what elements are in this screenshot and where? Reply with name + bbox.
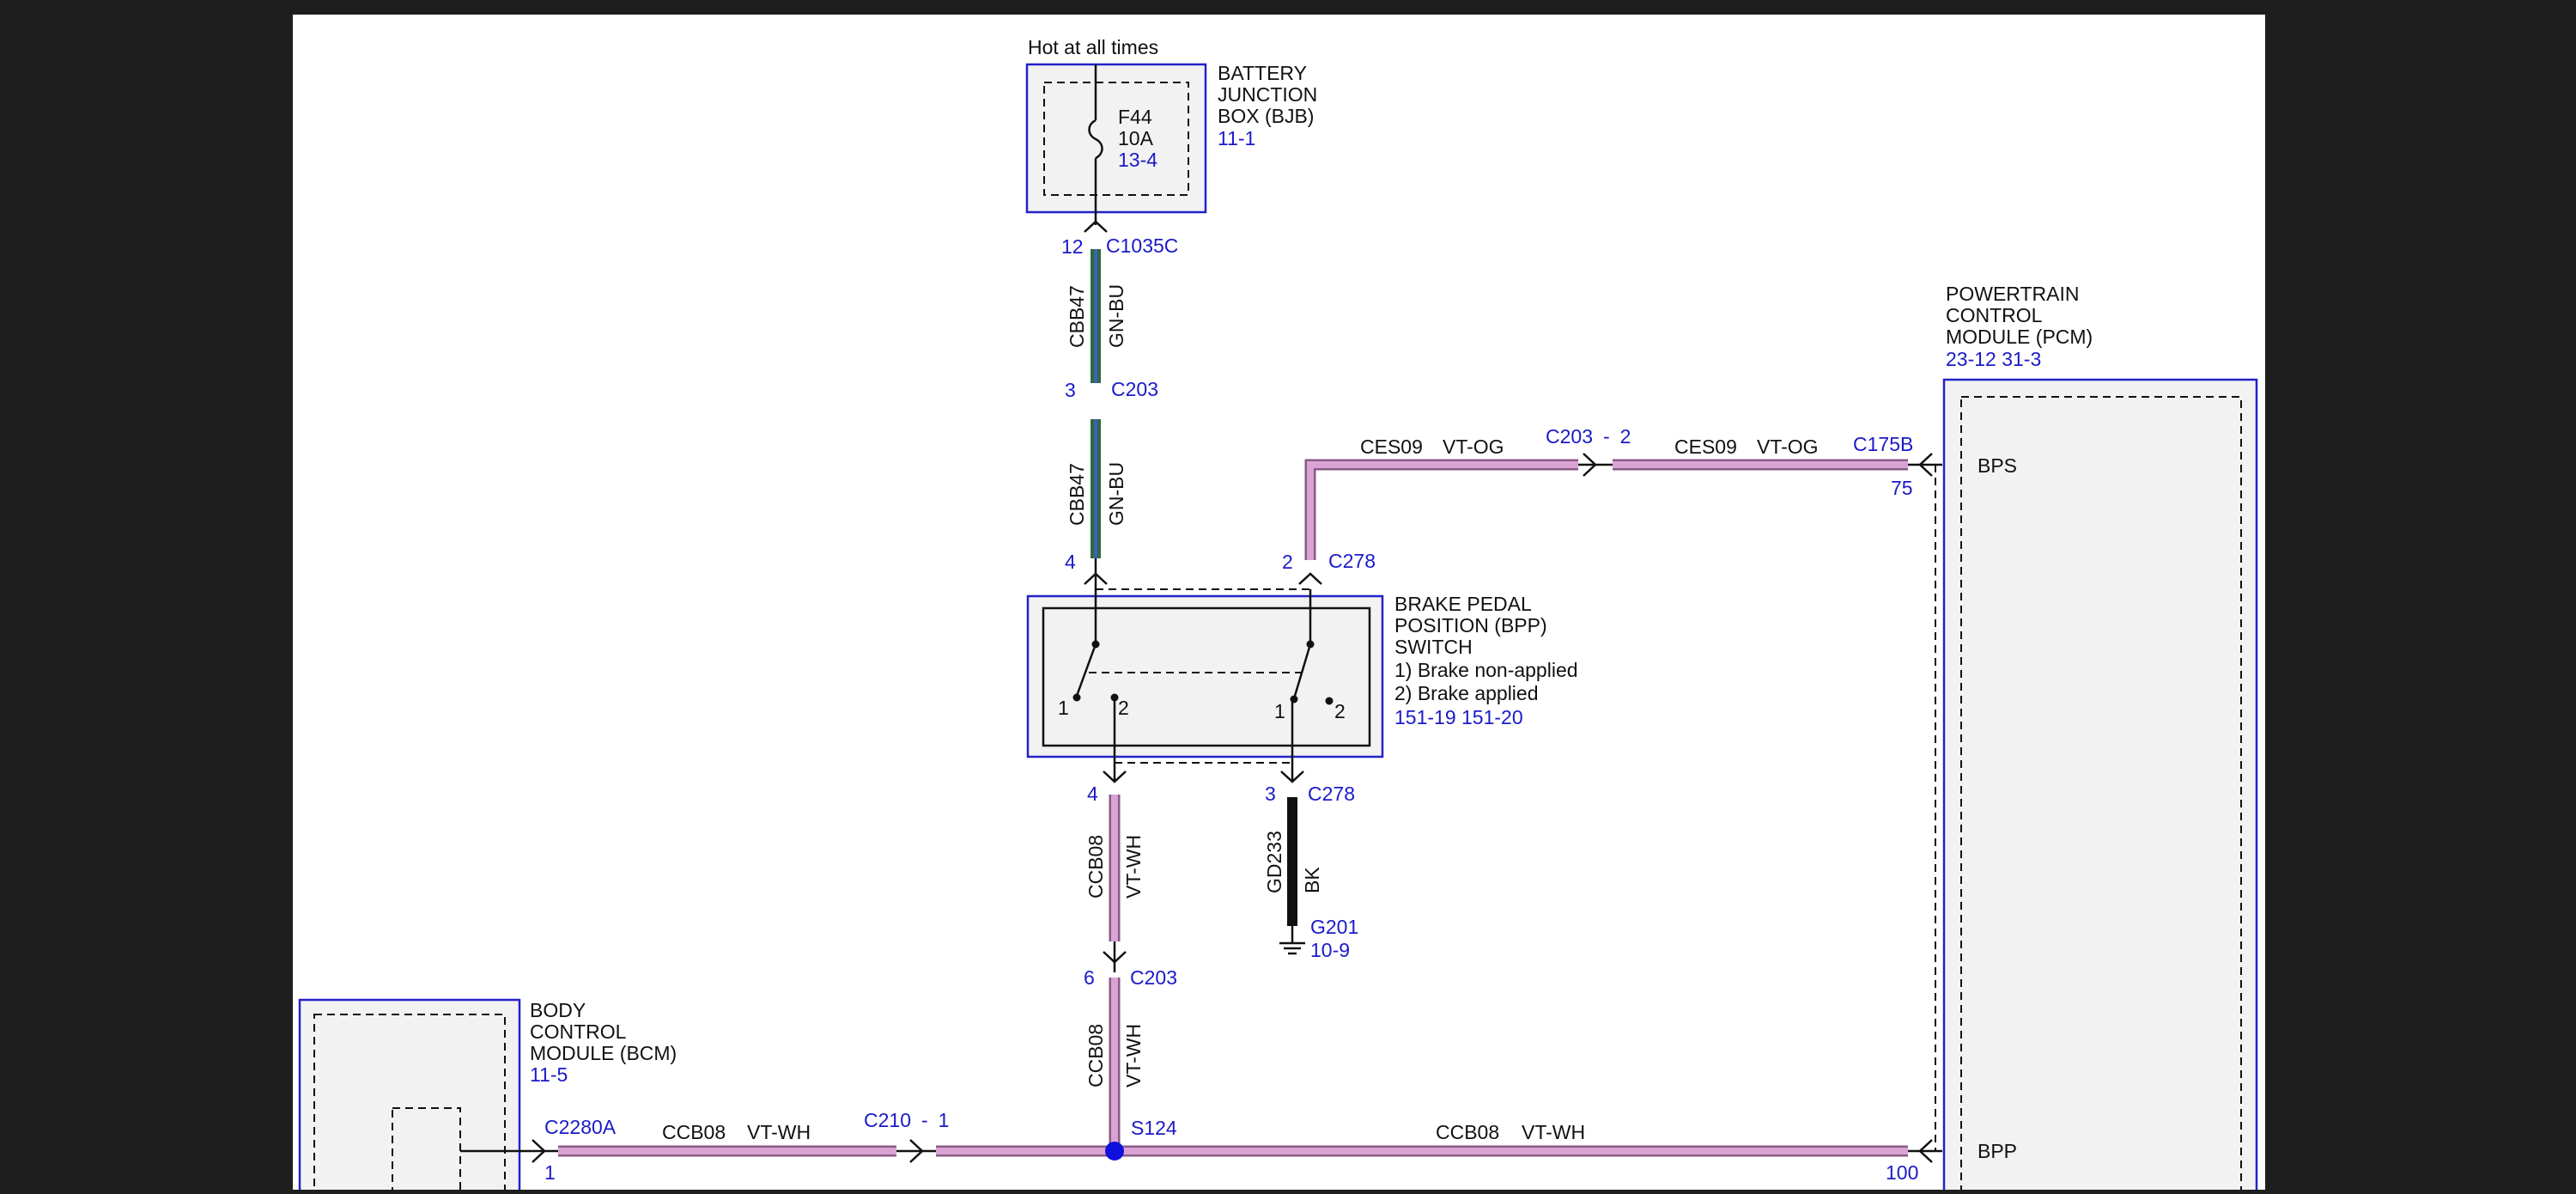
c203-pin-3: 3	[1065, 379, 1076, 401]
pcm-pin-bps: BPS	[1978, 454, 2017, 477]
c278-pin-1: 4	[1065, 551, 1076, 573]
wire-ces09-a-circuit: CES09	[1360, 436, 1423, 458]
wire-gd233[interactable]	[1287, 797, 1297, 926]
ground-g201-name: G201	[1310, 916, 1358, 938]
bjb-name: BATTERY JUNCTION BOX (BJB)	[1218, 62, 1323, 127]
c278-pin-3: 3	[1265, 783, 1276, 805]
wire-ces09-b-circuit: CES09	[1674, 436, 1737, 458]
bjb-ref: 11-1	[1218, 127, 1255, 149]
c203-pin-6: 6	[1084, 966, 1095, 989]
wire-gd233-color: BK	[1301, 867, 1323, 893]
wire-ccb08-upper-color: VT-WH	[1122, 835, 1145, 899]
wire-ccb08-middle-color: VT-WH	[1122, 1024, 1145, 1087]
right-switch-pos-2: 2	[1334, 700, 1346, 722]
powertrain-control-module[interactable]	[1935, 378, 2258, 1194]
wire-ces09-b-color: VT-OG	[1757, 436, 1819, 458]
c203-label-upper: C203	[1111, 378, 1158, 400]
c278-pin-4: 4	[1087, 783, 1098, 805]
wire-bottom-left-color: VT-WH	[747, 1121, 811, 1143]
c278-label-bottom: C278	[1308, 783, 1355, 805]
ground-g201-ref: 10-9	[1310, 939, 1350, 961]
splice-s124[interactable]	[1105, 1142, 1124, 1160]
c175b-label: C175B	[1853, 433, 1913, 455]
brake-pedal-position-switch[interactable]	[1026, 588, 1384, 764]
left-switch-pos-1: 1	[1058, 697, 1069, 719]
wire-cbb47-lower-color: GN-BU	[1105, 462, 1127, 526]
wire-cbb47-upper-color: GN-BU	[1105, 284, 1127, 348]
bcm-ref: 11-5	[530, 1063, 568, 1086]
pcm-pin-bpp: BPP	[1978, 1140, 2017, 1162]
wire-cbb47-lower[interactable]	[1091, 419, 1101, 558]
c278-pin-2: 2	[1282, 551, 1293, 573]
c203-label-lower: C203	[1130, 966, 1177, 989]
c2280a-label: C2280A	[544, 1116, 617, 1138]
wire-ccb08-middle-circuit: CCB08	[1084, 1024, 1107, 1087]
battery-junction-box[interactable]	[1025, 63, 1207, 214]
fuse-ref: 13-4	[1118, 149, 1157, 171]
hot-at-all-times-label: Hot at all times	[1028, 36, 1158, 58]
pcm-refs: 23-12 31-3	[1946, 348, 2041, 370]
wire-gd233-circuit: GD233	[1263, 831, 1285, 893]
right-switch-contact-2	[1325, 697, 1334, 705]
right-switch-pos-1: 1	[1274, 700, 1285, 722]
c2280a-pin-1: 1	[544, 1161, 556, 1184]
left-switch-pos-2: 2	[1118, 697, 1129, 719]
wire-ccb08-upper-circuit: CCB08	[1084, 835, 1107, 899]
splice-s124-label: S124	[1131, 1117, 1177, 1139]
wire-cbb47-upper[interactable]	[1091, 249, 1101, 383]
bpp-refs: 151-19 151-20	[1394, 706, 1523, 728]
wire-cbb47-lower-circuit: CBB47	[1066, 463, 1088, 526]
fuse-rating: 10A	[1118, 127, 1154, 149]
pcm-pin-100: 100	[1886, 1161, 1918, 1184]
wire-bottom-left-circuit: CCB08	[662, 1121, 726, 1143]
c1035c-label: C1035C	[1106, 235, 1178, 257]
left-switch-contact-1	[1072, 693, 1081, 702]
wire-cbb47-upper-circuit: CBB47	[1066, 285, 1088, 348]
body-control-module[interactable]	[298, 998, 521, 1194]
c278-label-top: C278	[1328, 550, 1376, 572]
c175b-pin-75: 75	[1891, 477, 1913, 499]
wire-ces09-a-color: VT-OG	[1443, 436, 1504, 458]
wire-bottom-right-color: VT-WH	[1522, 1121, 1585, 1143]
diagram-canvas: Hot at all times BATTERY JUNCTION BOX (B…	[293, 15, 2265, 1194]
wire-bottom-right-circuit: CCB08	[1436, 1121, 1499, 1143]
fuse-name: F44	[1118, 106, 1152, 128]
wiring-diagram: Hot at all times BATTERY JUNCTION BOX (B…	[0, 0, 2576, 1194]
c1035c-pin: 12	[1061, 235, 1084, 258]
